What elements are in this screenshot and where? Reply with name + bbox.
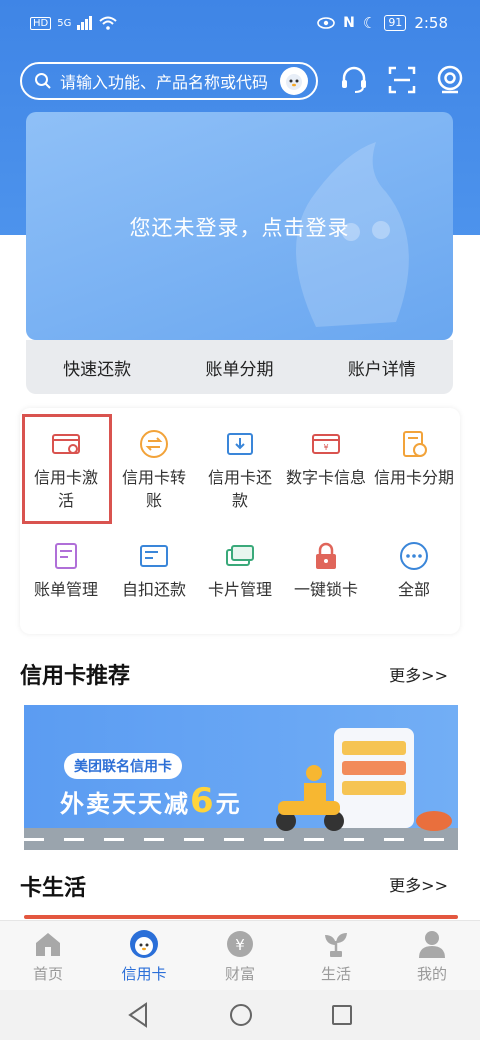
grid-label: 一键锁卡 <box>293 580 358 599</box>
life-more-link[interactable]: 更多>> <box>389 872 448 896</box>
quick-installment[interactable]: 账单分期 <box>205 355 273 380</box>
system-nav-bar <box>0 990 480 1040</box>
home-nav-icon[interactable] <box>228 1002 254 1028</box>
more-icon <box>400 542 428 570</box>
clock: 2:58 <box>414 14 448 32</box>
mascot-icon <box>286 74 302 90</box>
grid-label: 账单管理 <box>33 580 98 599</box>
life-card-edge <box>24 915 458 919</box>
search-icon <box>35 73 51 89</box>
installment-icon <box>403 431 427 457</box>
grid-label: 信用卡还款 <box>207 468 272 510</box>
delivery-illustration <box>276 728 452 831</box>
search-placeholder: 请输入功能、产品名称或代码 <box>60 73 269 92</box>
banner-pill: 美团联名信用卡 <box>64 753 182 779</box>
tab-label: 生活 <box>320 965 351 983</box>
quick-repay[interactable]: 快速还款 <box>63 355 131 380</box>
mascot-avatar[interactable] <box>280 67 308 95</box>
quick-actions: 快速还款 账单分期 账户详情 <box>26 340 453 394</box>
card-manage-icon <box>226 545 254 566</box>
banner-amount: 6 <box>190 781 216 821</box>
grid-repay[interactable]: 信用卡还款 <box>196 428 284 512</box>
grid-transfer[interactable]: 信用卡转账 <box>110 428 198 512</box>
recent-apps-icon[interactable] <box>330 1003 354 1027</box>
quick-account-detail[interactable]: 账户详情 <box>348 355 416 380</box>
camera-icon[interactable] <box>434 64 466 96</box>
grid-auto-repay[interactable]: 自扣还款 <box>110 540 198 601</box>
status-bar: HD 5G N ☾ 91 2:58 <box>0 0 480 48</box>
banner-unit: 元 <box>215 790 242 818</box>
grid-label: 数字卡信息 <box>286 468 367 487</box>
grid-bill[interactable]: 账单管理 <box>22 540 110 601</box>
tab-wealth[interactable]: ¥ 财富 <box>200 929 280 984</box>
life-title: 卡生活 <box>20 876 87 901</box>
search-bar[interactable]: 请输入功能、产品名称或代码 <box>20 62 318 100</box>
login-prompt[interactable]: 您还未登录，点击登录 <box>26 212 453 242</box>
bottom-tab-bar: 首页 信用卡 ¥ 财富 生活 我的 <box>0 920 480 990</box>
banner-road-dash <box>24 838 458 841</box>
tab-label: 财富 <box>224 965 255 983</box>
recommend-more-link[interactable]: 更多>> <box>389 662 448 686</box>
svg-text:¥: ¥ <box>323 443 328 452</box>
hd-badge: HD <box>30 16 52 30</box>
tab-home[interactable]: 首页 <box>8 929 88 984</box>
auto-repay-icon <box>140 545 168 567</box>
mascot-tab-icon <box>130 930 158 958</box>
grid-card-manage[interactable]: 卡片管理 <box>196 540 284 601</box>
grid-all[interactable]: 全部 <box>370 540 458 601</box>
signal-text: 5G <box>57 17 72 29</box>
search-row: 请输入功能、产品名称或代码 <box>20 62 463 100</box>
login-card[interactable]: 您还未登录，点击登录 <box>26 112 453 340</box>
grid-label: 卡片管理 <box>207 580 272 599</box>
scan-icon[interactable] <box>386 64 418 96</box>
repay-icon <box>227 433 253 455</box>
transfer-icon <box>140 430 168 458</box>
battery-level: 91 <box>384 15 407 31</box>
home-icon <box>36 933 60 956</box>
banner-title-text: 外卖天天减 <box>60 790 190 818</box>
recommend-title: 信用卡推荐 <box>20 664 131 689</box>
tab-label: 信用卡 <box>121 965 167 983</box>
user-icon <box>419 931 445 958</box>
tab-label: 我的 <box>416 965 447 983</box>
tab-label: 首页 <box>32 965 63 983</box>
grid-label: 信用卡分期 <box>374 468 455 487</box>
eye-icon <box>317 17 335 29</box>
wifi-icon <box>99 16 118 30</box>
grid-installment[interactable]: 信用卡分期 <box>370 428 458 489</box>
grid-lock-card[interactable]: 一键锁卡 <box>282 540 370 601</box>
banner-title: 外卖天天减6元 <box>60 781 242 821</box>
digital-card-icon: ¥ <box>312 434 340 454</box>
back-icon[interactable] <box>126 1002 150 1028</box>
moon-icon: ☾ <box>362 14 377 32</box>
tab-life[interactable]: 生活 <box>296 929 376 984</box>
grid-label: 自扣还款 <box>121 580 186 599</box>
tab-mine[interactable]: 我的 <box>392 929 472 984</box>
nfc-icon: N <box>343 15 355 31</box>
selection-highlight <box>22 414 112 524</box>
plant-icon <box>325 933 347 957</box>
yen-icon: ¥ <box>227 931 253 957</box>
svg-text:¥: ¥ <box>235 936 245 954</box>
bill-icon <box>55 543 77 569</box>
lock-icon <box>316 542 336 569</box>
grid-label: 信用卡转账 <box>121 468 186 510</box>
tab-credit-card[interactable]: 信用卡 <box>104 929 184 984</box>
signal-icon <box>77 16 93 30</box>
grid-digital-card[interactable]: ¥ 数字卡信息 <box>282 428 370 489</box>
promo-banner[interactable]: 美团联名信用卡 外卖天天减6元 <box>24 705 458 850</box>
grid-label: 全部 <box>397 580 430 599</box>
customer-service-icon[interactable] <box>338 64 370 96</box>
